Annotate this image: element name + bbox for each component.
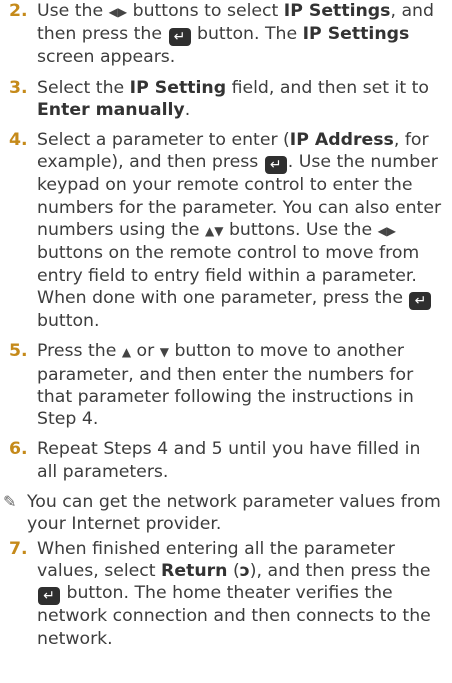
step-3: 3. Select the IP Setting field, and then … [3, 77, 446, 122]
note-pencil-icon: ✎ [3, 492, 17, 512]
ui-term: IP Setting [129, 77, 227, 98]
step-6: 6. Repeat Steps 4 and 5 until you have fi… [3, 438, 446, 483]
step-text: Repeat Steps 4 and 5 until you have fill… [37, 439, 421, 482]
ui-term: Enter manually [37, 99, 185, 120]
step-number: 2. [9, 1, 28, 21]
ui-term: IP Address [289, 130, 394, 151]
ui-term: IP Settings [302, 24, 410, 45]
step-7: 7. When finished entering all the paramet… [3, 538, 446, 650]
step-number: 7. [9, 538, 28, 559]
steps-list: 2. Use the ◀▶ buttons to select IP Settin… [3, 0, 446, 483]
step-5: 5. Press the ▲ or ▼ button to move to ano… [3, 340, 446, 430]
step-2: 2. Use the ◀▶ buttons to select IP Settin… [3, 0, 446, 69]
step-number: 4. [9, 130, 28, 151]
step-number: 6. [9, 439, 28, 460]
left-right-arrows-icon: ◀▶ [108, 5, 128, 19]
enter-button-icon: ↵ [168, 28, 191, 47]
step-number: 3. [9, 77, 28, 98]
note-text: You can get the network parameter values… [27, 492, 441, 535]
enter-button-icon: ↵ [38, 587, 60, 606]
left-right-arrows-icon: ◀▶ [377, 224, 397, 239]
enter-button-icon: ↵ [264, 156, 287, 175]
step-4: 4. Select a parameter to enter (IP Addres… [3, 129, 446, 332]
note: ✎ You can get the network parameter valu… [3, 491, 446, 536]
down-arrow-icon: ▼ [159, 345, 169, 360]
step-number: 5. [9, 341, 28, 362]
step-text: When finished entering all the parameter… [37, 538, 431, 649]
final-step: 7. When finished entering all the paramet… [3, 538, 446, 650]
step-text: Use the ◀▶ buttons to select IP Settings… [37, 1, 434, 68]
up-arrow-icon: ▲ [121, 345, 132, 360]
step-text: Select a parameter to enter (IP Address,… [37, 130, 442, 331]
return-icon: ↄ [239, 560, 250, 581]
manual-page: 2. Use the ◀▶ buttons to select IP Settin… [0, 0, 452, 683]
enter-button-icon: ↵ [409, 291, 432, 310]
step-text: Press the ▲ or ▼ button to move to anoth… [37, 341, 414, 430]
ui-term: Return [161, 560, 228, 581]
up-down-arrows-icon: ▲▼ [204, 224, 224, 239]
ui-term: IP Settings [283, 1, 391, 21]
step-text: Select the IP Setting field, and then se… [37, 77, 429, 120]
